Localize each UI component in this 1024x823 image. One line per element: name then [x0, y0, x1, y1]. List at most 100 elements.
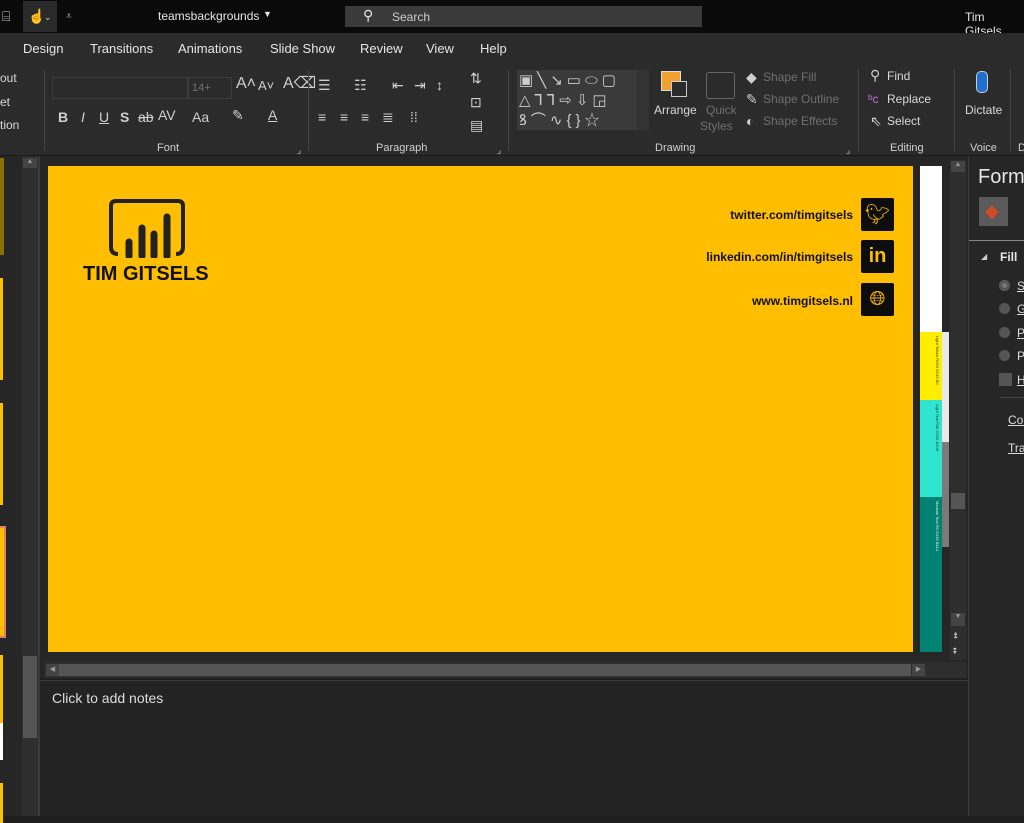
- hide-background-checkbox[interactable]: [999, 373, 1012, 386]
- increase-indent-icon[interactable]: ⇥: [414, 78, 426, 92]
- customize-toolbar-icon[interactable]: ⩡: [66, 10, 72, 24]
- scroll-down-button[interactable]: ▼: [951, 613, 965, 626]
- convert-smartart-icon[interactable]: ▤: [470, 118, 483, 132]
- collapse-triangle-icon[interactable]: ◢: [981, 252, 987, 261]
- change-case-button[interactable]: Aa: [192, 110, 209, 124]
- search-icon: ⚲: [363, 7, 374, 23]
- notes-placeholder[interactable]: Click to add notes: [52, 690, 163, 706]
- section-button[interactable]: tion: [0, 118, 19, 132]
- tab-transitions[interactable]: Transitions: [90, 41, 153, 56]
- dictate-button[interactable]: Dictate: [965, 103, 1002, 117]
- justify-icon[interactable]: ≣: [382, 110, 394, 124]
- font-size-select[interactable]: 14+: [188, 77, 232, 99]
- line-spacing-icon[interactable]: ↕: [436, 78, 443, 92]
- replace-button[interactable]: Replace: [887, 92, 931, 106]
- linkedin-icon: in: [861, 240, 894, 273]
- twitter-link[interactable]: twitter.com/timgitsels: [730, 208, 853, 222]
- slide-thumbnail[interactable]: [0, 655, 3, 760]
- scroll-left-button[interactable]: ◀: [46, 664, 59, 676]
- text-direction-icon[interactable]: ⇅: [470, 71, 482, 85]
- power-bi-logo-icon: [109, 199, 185, 258]
- shadow-button[interactable]: S: [120, 110, 129, 124]
- tab-animations[interactable]: Animations: [178, 41, 242, 56]
- font-color-icon[interactable]: A: [268, 108, 277, 122]
- fill-line-tab[interactable]: ◆: [979, 197, 1008, 226]
- quick-styles-button[interactable]: Quick: [706, 103, 737, 117]
- tab-view[interactable]: View: [426, 41, 454, 56]
- shapes-gallery-scroll[interactable]: [637, 70, 649, 130]
- option-label: S: [1017, 279, 1024, 293]
- font-dialog-launcher-icon[interactable]: ⌟: [297, 143, 301, 157]
- highlight-icon[interactable]: ✎: [232, 108, 244, 122]
- linkedin-link[interactable]: linkedin.com/in/timgitsels: [706, 250, 853, 264]
- radio-solid-fill[interactable]: [999, 280, 1010, 291]
- decrease-indent-icon[interactable]: ⇤: [392, 78, 404, 92]
- font-name-select[interactable]: [52, 77, 188, 99]
- search-box[interactable]: ⚲ Search: [345, 6, 702, 27]
- group-label-paragraph: Paragraph: [376, 142, 428, 154]
- shape-fill-button[interactable]: Shape Fill: [763, 70, 816, 84]
- underline-button[interactable]: U: [99, 110, 109, 124]
- slide-thumbnail[interactable]: [0, 158, 4, 255]
- website-link[interactable]: www.timgitsels.nl: [752, 294, 853, 308]
- file-name[interactable]: teamsbackgrounds: [158, 9, 259, 23]
- thumbnails-scrollbar[interactable]: ▲: [22, 156, 38, 816]
- tab-help[interactable]: Help: [480, 41, 507, 56]
- slide-thumbnail[interactable]: [0, 403, 3, 505]
- fill-section-header[interactable]: Fill: [1000, 250, 1017, 264]
- decrease-font-icon[interactable]: A˅: [258, 79, 274, 93]
- next-slide-icon[interactable]: ⏬︎: [953, 646, 958, 657]
- character-spacing-button[interactable]: AV: [158, 108, 176, 122]
- slide-thumbnail[interactable]: [0, 278, 3, 380]
- bold-button[interactable]: B: [58, 110, 68, 124]
- presentation-icon[interactable]: ⌸: [2, 9, 10, 23]
- ribbon: out et tion 14+ A˄ A˅ A⌫ B I U S ab AV A…: [0, 63, 1024, 156]
- scroll-thumb[interactable]: [23, 656, 37, 738]
- radio-gradient-fill[interactable]: [999, 303, 1010, 314]
- shape-effects-button[interactable]: Shape Effects: [763, 114, 838, 128]
- clear-formatting-icon[interactable]: A⌫: [283, 76, 316, 92]
- slide-thumbnail[interactable]: [0, 783, 3, 823]
- vertical-scrollbar[interactable]: ▲ ▼ ⏫︎ ⏬︎: [950, 160, 966, 660]
- align-left-icon[interactable]: ≡: [318, 110, 326, 124]
- increase-font-icon[interactable]: A˄: [236, 76, 256, 92]
- shape-icons[interactable]: ▣╲↘▭⬭▢ △⅂⅂⇨⇩◲ ꝸ⌒∿{}☆: [519, 71, 620, 131]
- select-cursor-icon: ⇖: [870, 113, 882, 129]
- scroll-thumb[interactable]: [951, 493, 965, 509]
- radio-pattern-fill[interactable]: [999, 350, 1010, 361]
- horizontal-scrollbar[interactable]: ◀ ▶: [44, 662, 966, 678]
- drawing-dialog-launcher-icon[interactable]: ⌟: [846, 143, 850, 157]
- align-center-icon[interactable]: ≡: [340, 110, 348, 124]
- reset-button[interactable]: et: [0, 95, 10, 109]
- slide-canvas[interactable]: TIM GITSELS twitter.com/timgitsels linke…: [48, 166, 913, 652]
- shapes-gallery[interactable]: ▣╲↘▭⬭▢ △⅂⅂⇨⇩◲ ꝸ⌒∿{}☆: [517, 70, 637, 130]
- find-button[interactable]: Find: [887, 69, 910, 83]
- tab-review[interactable]: Review: [360, 41, 403, 56]
- paragraph-dialog-launcher-icon[interactable]: ⌟: [497, 143, 501, 157]
- columns-icon[interactable]: ⁞⁞: [410, 110, 418, 124]
- tab-slide-show[interactable]: Slide Show: [270, 41, 335, 56]
- radio-picture-fill[interactable]: [999, 327, 1010, 338]
- filename-dropdown-icon[interactable]: ▼: [263, 9, 272, 19]
- scroll-right-button[interactable]: ▶: [912, 664, 925, 676]
- align-right-icon[interactable]: ≡: [361, 110, 369, 124]
- touch-mode-button[interactable]: ☝ ⌄: [23, 1, 57, 32]
- slide-thumbnail-selected[interactable]: [0, 526, 6, 638]
- slide-thumbnails-pane: [0, 156, 22, 823]
- swatch-medium-teal[interactable]: Medium Teal R0 G130 B114: [920, 497, 942, 652]
- italic-button[interactable]: I: [81, 110, 85, 124]
- bullets-icon[interactable]: ☰: [318, 78, 331, 92]
- align-text-icon[interactable]: ⊡: [470, 95, 482, 109]
- previous-slide-icon[interactable]: ⏫︎: [953, 630, 958, 641]
- shape-outline-button[interactable]: Shape Outline: [763, 92, 839, 106]
- notes-pane[interactable]: Click to add notes: [40, 680, 968, 816]
- swatch-light-yellow[interactable]: Light Yellow R254 G240 B0: [920, 332, 942, 400]
- scroll-thumb[interactable]: [59, 664, 911, 676]
- arrange-button[interactable]: Arrange: [654, 103, 697, 117]
- tab-design[interactable]: Design: [23, 41, 63, 56]
- select-button[interactable]: Select: [887, 114, 920, 128]
- strikethrough-button[interactable]: ab: [138, 110, 154, 124]
- swatch-light-teal[interactable]: Light Teal R48 G229 B208: [920, 400, 942, 497]
- numbering-icon[interactable]: ☷: [354, 78, 367, 92]
- layout-button[interactable]: out: [0, 71, 17, 85]
